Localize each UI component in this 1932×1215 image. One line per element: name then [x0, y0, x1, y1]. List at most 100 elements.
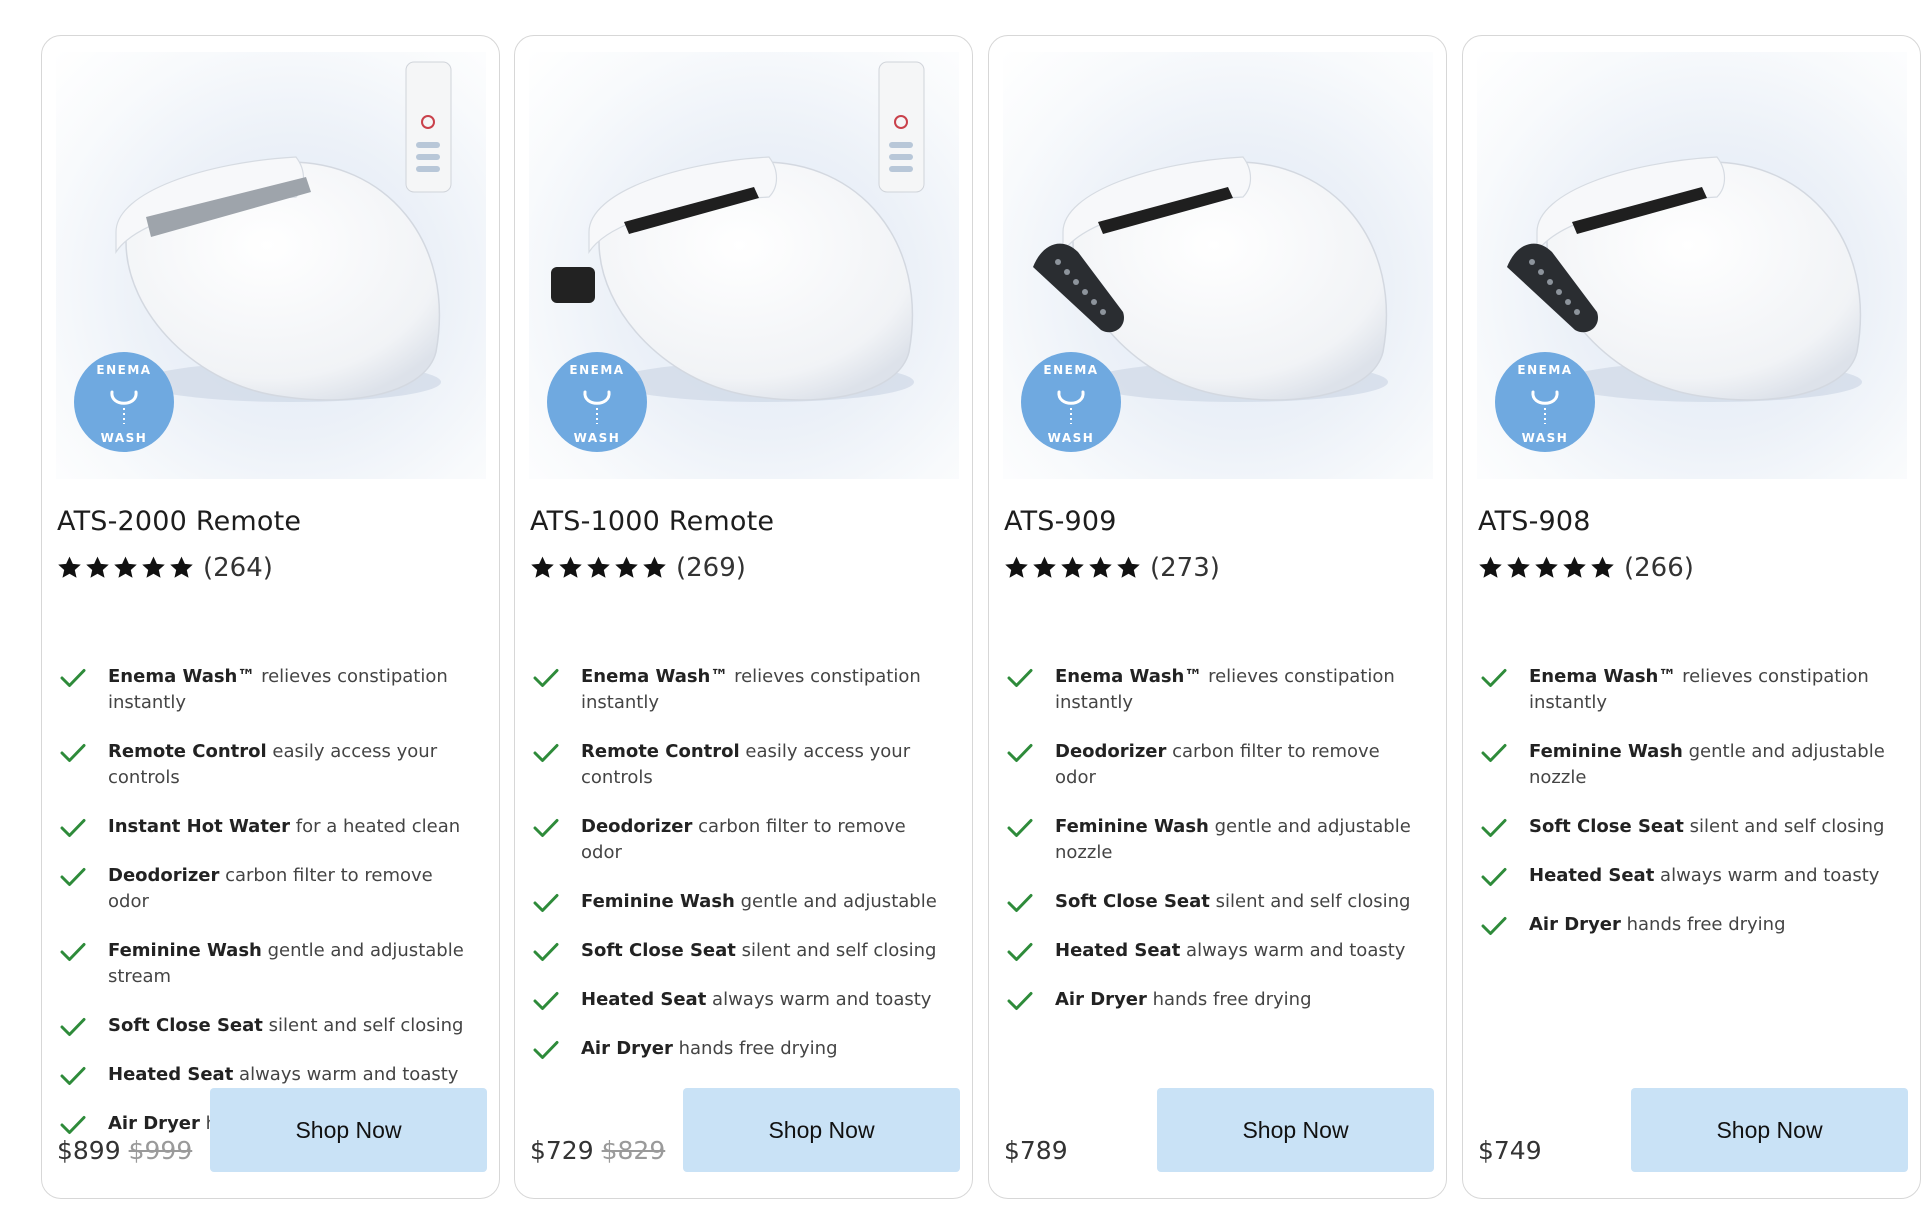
- badge-graphic: ENEMA WASH: [1517, 363, 1571, 445]
- shop-now-button[interactable]: Shop Now: [1631, 1088, 1908, 1172]
- feature-item: Deodorizer carbon filter to remove odor: [60, 863, 470, 915]
- checkmark-icon: [60, 669, 86, 687]
- feature-description: silent and self closing: [262, 1015, 464, 1036]
- badge-bottom-text: WASH: [1048, 431, 1095, 445]
- badge-bottom-text: WASH: [101, 431, 148, 445]
- star-icon: [1117, 556, 1140, 578]
- checkmark-icon: [1007, 894, 1033, 912]
- feature-item: Enema Wash™ relieves constipation instan…: [1481, 664, 1891, 716]
- star-icon: [1535, 556, 1558, 578]
- product-image[interactable]: ENEMA WASH: [56, 52, 486, 479]
- product-name[interactable]: ATS-1000 Remote: [530, 506, 774, 537]
- shop-now-button[interactable]: Shop Now: [210, 1088, 487, 1172]
- feature-title: Enema Wash™: [581, 666, 729, 687]
- checkmark-icon: [60, 1067, 86, 1085]
- feature-description: hands free drying: [672, 1038, 838, 1059]
- feature-item: Enema Wash™ relieves constipation instan…: [1007, 664, 1417, 716]
- product-card: ENEMA WASH ATS-909 (273) Enema Wash™ reli…: [988, 35, 1447, 1199]
- star-icon: [114, 556, 137, 578]
- star-icon: [1061, 556, 1084, 578]
- feature-description: gentle and adjustable: [734, 891, 937, 912]
- review-count[interactable]: (266): [1624, 553, 1694, 583]
- feature-description: hands free drying: [1620, 914, 1786, 935]
- feature-description: silent and self closing: [1683, 816, 1885, 837]
- checkmark-icon: [533, 992, 559, 1010]
- star-rating: [1477, 555, 1616, 581]
- checkmark-icon: [533, 669, 559, 687]
- feature-item: Feminine Wash gentle and adjustable nozz…: [1481, 739, 1891, 791]
- product-name[interactable]: ATS-2000 Remote: [57, 506, 301, 537]
- review-count[interactable]: (269): [676, 553, 746, 583]
- star-icon: [1005, 556, 1028, 578]
- shop-now-button[interactable]: Shop Now: [1157, 1088, 1434, 1172]
- feature-description: for a heated clean: [290, 816, 461, 837]
- feature-title: Feminine Wash: [108, 940, 262, 961]
- enema-wash-badge-icon: ENEMA WASH: [74, 352, 174, 452]
- feature-item: Heated Seat always warm and toasty: [533, 987, 943, 1013]
- feature-title: Feminine Wash: [581, 891, 735, 912]
- feature-title: Heated Seat: [108, 1064, 234, 1085]
- feature-title: Soft Close Seat: [581, 940, 736, 961]
- current-price: $789: [1004, 1136, 1068, 1165]
- checkmark-icon: [1481, 744, 1507, 762]
- checkmark-icon: [60, 1018, 86, 1036]
- feature-title: Heated Seat: [1055, 940, 1181, 961]
- feature-item: Feminine Wash gentle and adjustable stre…: [60, 938, 470, 990]
- original-price: $999: [128, 1136, 193, 1165]
- product-image[interactable]: ENEMA WASH: [1003, 52, 1433, 479]
- feature-description: hands free drying: [1146, 989, 1312, 1010]
- checkmark-icon: [60, 744, 86, 762]
- feature-title: Feminine Wash: [1529, 741, 1683, 762]
- feature-item: Heated Seat always warm and toasty: [60, 1062, 470, 1088]
- feature-title: Instant Hot Water: [108, 816, 291, 837]
- feature-title: Air Dryer: [108, 1113, 200, 1134]
- checkmark-icon: [533, 894, 559, 912]
- feature-title: Deodorizer: [1055, 741, 1167, 762]
- star-icon: [1033, 556, 1056, 578]
- rating: (273): [1003, 551, 1220, 585]
- product-comparison-grid: ENEMA WASH ATS-2000 Remote (264) Enema Wa…: [0, 0, 1932, 1215]
- shop-now-button[interactable]: Shop Now: [683, 1088, 960, 1172]
- review-count[interactable]: (273): [1150, 553, 1220, 583]
- checkmark-icon: [1007, 744, 1033, 762]
- product-image[interactable]: ENEMA WASH: [529, 52, 959, 479]
- feature-list: Enema Wash™ relieves constipation instan…: [533, 664, 943, 1085]
- feature-item: Remote Control easily access your contro…: [60, 739, 470, 791]
- product-image[interactable]: ENEMA WASH: [1477, 52, 1907, 479]
- checkmark-icon: [1481, 669, 1507, 687]
- star-icon: [142, 556, 165, 578]
- feature-title: Enema Wash™: [1529, 666, 1677, 687]
- checkmark-icon: [1481, 819, 1507, 837]
- feature-title: Enema Wash™: [108, 666, 256, 687]
- star-rating: [1003, 555, 1142, 581]
- star-icon: [170, 556, 193, 578]
- feature-title: Soft Close Seat: [1055, 891, 1210, 912]
- enema-wash-badge-icon: ENEMA WASH: [547, 352, 647, 452]
- price: $749: [1478, 1136, 1550, 1165]
- feature-title: Soft Close Seat: [1529, 816, 1684, 837]
- checkmark-icon: [1007, 819, 1033, 837]
- feature-list: Enema Wash™ relieves constipation instan…: [1481, 664, 1891, 961]
- badge-graphic: ENEMA WASH: [1043, 363, 1097, 445]
- review-count[interactable]: (264): [203, 553, 273, 583]
- feature-title: Air Dryer: [1529, 914, 1621, 935]
- product-card: ENEMA WASH ATS-1000 Remote (269) Enema Wa…: [514, 35, 973, 1199]
- star-icon: [58, 556, 81, 578]
- feature-item: Enema Wash™ relieves constipation instan…: [533, 664, 943, 716]
- feature-item: Air Dryer hands free drying: [533, 1036, 943, 1062]
- checkmark-icon: [60, 819, 86, 837]
- product-name[interactable]: ATS-909: [1004, 506, 1117, 537]
- original-price: $829: [601, 1136, 666, 1165]
- product-card: ENEMA WASH ATS-908 (266) Enema Wash™ reli…: [1462, 35, 1921, 1199]
- feature-item: Air Dryer hands free drying: [1481, 912, 1891, 938]
- checkmark-icon: [1481, 868, 1507, 886]
- badge-top-text: ENEMA: [96, 363, 151, 377]
- feature-title: Deodorizer: [581, 816, 693, 837]
- rating: (269): [529, 551, 746, 585]
- product-name[interactable]: ATS-908: [1478, 506, 1591, 537]
- checkmark-icon: [533, 819, 559, 837]
- star-icon: [643, 556, 666, 578]
- star-rating: [529, 555, 668, 581]
- feature-item: Deodorizer carbon filter to remove odor: [533, 814, 943, 866]
- feature-item: Deodorizer carbon filter to remove odor: [1007, 739, 1417, 791]
